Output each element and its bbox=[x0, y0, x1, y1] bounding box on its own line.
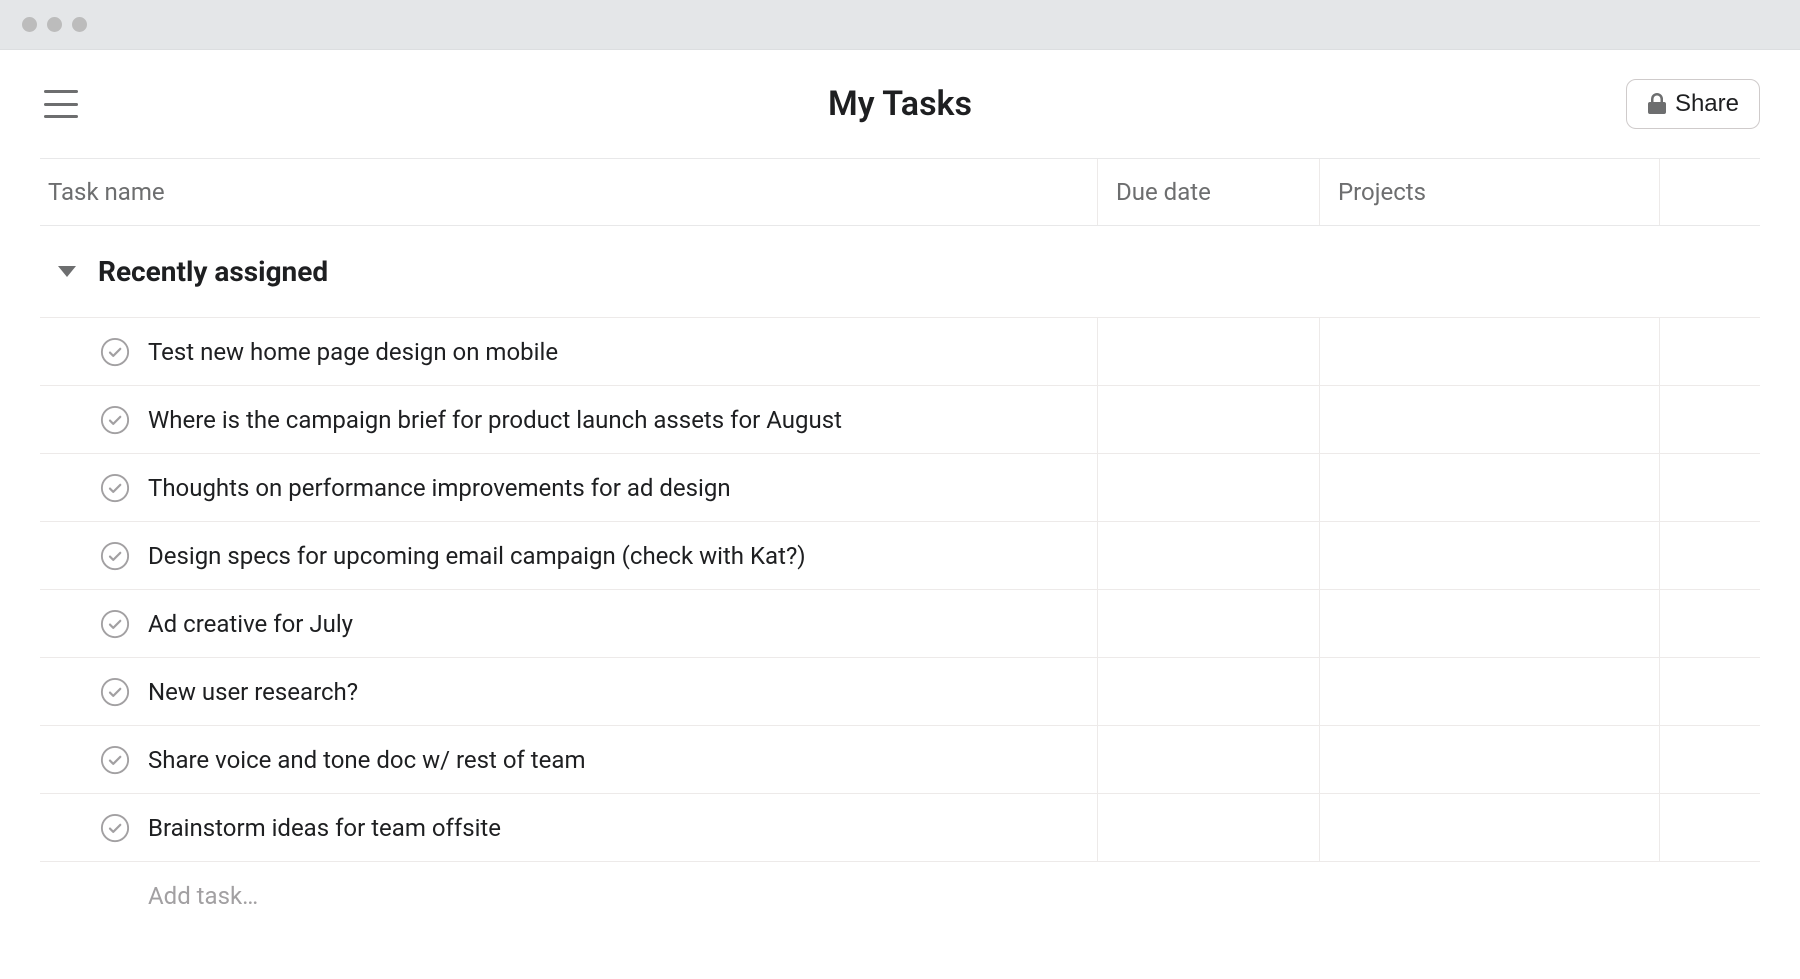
table-row[interactable]: Design specs for upcoming email campaign… bbox=[40, 522, 1760, 590]
extra-cell[interactable] bbox=[1660, 590, 1760, 657]
projects-cell[interactable] bbox=[1320, 522, 1660, 589]
task-name-cell[interactable]: Brainstorm ideas for team offsite bbox=[40, 794, 1098, 861]
column-header-extra[interactable] bbox=[1660, 159, 1760, 225]
task-name-cell[interactable]: Test new home page design on mobile bbox=[40, 318, 1098, 385]
projects-cell[interactable] bbox=[1320, 590, 1660, 657]
table-row[interactable]: Thoughts on performance improvements for… bbox=[40, 454, 1760, 522]
add-task-row[interactable]: Add task… bbox=[40, 862, 1760, 930]
projects-cell[interactable] bbox=[1320, 454, 1660, 521]
task-name-label: Thoughts on performance improvements for… bbox=[148, 474, 731, 502]
extra-cell[interactable] bbox=[1660, 386, 1760, 453]
task-name-label: Test new home page design on mobile bbox=[148, 338, 558, 366]
chevron-down-icon bbox=[58, 266, 76, 277]
window-zoom-dot[interactable] bbox=[72, 17, 87, 32]
projects-cell[interactable] bbox=[1320, 726, 1660, 793]
lock-icon bbox=[1647, 93, 1667, 115]
table-row[interactable]: New user research? bbox=[40, 658, 1760, 726]
extra-cell[interactable] bbox=[1660, 726, 1760, 793]
task-name-label: Ad creative for July bbox=[148, 610, 353, 638]
due-date-cell[interactable] bbox=[1098, 590, 1320, 657]
page-title: My Tasks bbox=[828, 84, 972, 124]
task-name-label: Share voice and tone doc w/ rest of team bbox=[148, 746, 585, 774]
window-close-dot[interactable] bbox=[22, 17, 37, 32]
extra-cell[interactable] bbox=[1660, 522, 1760, 589]
check-circle-icon[interactable] bbox=[100, 337, 130, 367]
table-row[interactable]: Ad creative for July bbox=[40, 590, 1760, 658]
task-name-cell[interactable]: Thoughts on performance improvements for… bbox=[40, 454, 1098, 521]
app-header: My Tasks Share bbox=[0, 50, 1800, 158]
projects-cell[interactable] bbox=[1320, 318, 1660, 385]
table-row[interactable]: Where is the campaign brief for product … bbox=[40, 386, 1760, 454]
task-name-cell[interactable]: Design specs for upcoming email campaign… bbox=[40, 522, 1098, 589]
check-circle-icon[interactable] bbox=[100, 813, 130, 843]
section-header[interactable]: Recently assigned bbox=[40, 226, 1760, 318]
due-date-cell[interactable] bbox=[1098, 794, 1320, 861]
window-minimize-dot[interactable] bbox=[47, 17, 62, 32]
check-circle-icon[interactable] bbox=[100, 405, 130, 435]
task-name-label: Where is the campaign brief for product … bbox=[148, 406, 842, 434]
table-header-row: Task name Due date Projects bbox=[40, 158, 1760, 226]
extra-cell[interactable] bbox=[1660, 318, 1760, 385]
task-name-cell[interactable]: Ad creative for July bbox=[40, 590, 1098, 657]
share-button-label: Share bbox=[1675, 90, 1739, 118]
extra-cell[interactable] bbox=[1660, 454, 1760, 521]
due-date-cell[interactable] bbox=[1098, 318, 1320, 385]
task-name-label: Brainstorm ideas for team offsite bbox=[148, 814, 501, 842]
task-name-cell[interactable]: New user research? bbox=[40, 658, 1098, 725]
check-circle-icon[interactable] bbox=[100, 473, 130, 503]
menu-icon[interactable] bbox=[44, 90, 78, 118]
column-header-projects[interactable]: Projects bbox=[1320, 159, 1660, 225]
projects-cell[interactable] bbox=[1320, 386, 1660, 453]
check-circle-icon[interactable] bbox=[100, 677, 130, 707]
add-task-placeholder: Add task… bbox=[148, 882, 258, 910]
projects-cell[interactable] bbox=[1320, 794, 1660, 861]
check-circle-icon[interactable] bbox=[100, 541, 130, 571]
column-header-due-date[interactable]: Due date bbox=[1098, 159, 1320, 225]
extra-cell[interactable] bbox=[1660, 794, 1760, 861]
projects-cell[interactable] bbox=[1320, 658, 1660, 725]
task-table: Task name Due date Projects Recently ass… bbox=[0, 158, 1800, 930]
section-title: Recently assigned bbox=[98, 255, 328, 288]
task-rows: Test new home page design on mobile Where… bbox=[40, 318, 1760, 862]
share-button[interactable]: Share bbox=[1626, 79, 1760, 129]
table-row[interactable]: Brainstorm ideas for team offsite bbox=[40, 794, 1760, 862]
column-header-task-name[interactable]: Task name bbox=[40, 159, 1098, 225]
table-row[interactable]: Test new home page design on mobile bbox=[40, 318, 1760, 386]
due-date-cell[interactable] bbox=[1098, 522, 1320, 589]
extra-cell[interactable] bbox=[1660, 658, 1760, 725]
table-row[interactable]: Share voice and tone doc w/ rest of team bbox=[40, 726, 1760, 794]
due-date-cell[interactable] bbox=[1098, 454, 1320, 521]
check-circle-icon[interactable] bbox=[100, 745, 130, 775]
due-date-cell[interactable] bbox=[1098, 726, 1320, 793]
check-circle-icon[interactable] bbox=[100, 609, 130, 639]
due-date-cell[interactable] bbox=[1098, 386, 1320, 453]
task-name-cell[interactable]: Where is the campaign brief for product … bbox=[40, 386, 1098, 453]
task-name-label: Design specs for upcoming email campaign… bbox=[148, 542, 806, 570]
task-name-cell[interactable]: Share voice and tone doc w/ rest of team bbox=[40, 726, 1098, 793]
task-name-label: New user research? bbox=[148, 678, 358, 706]
due-date-cell[interactable] bbox=[1098, 658, 1320, 725]
window-titlebar bbox=[0, 0, 1800, 50]
